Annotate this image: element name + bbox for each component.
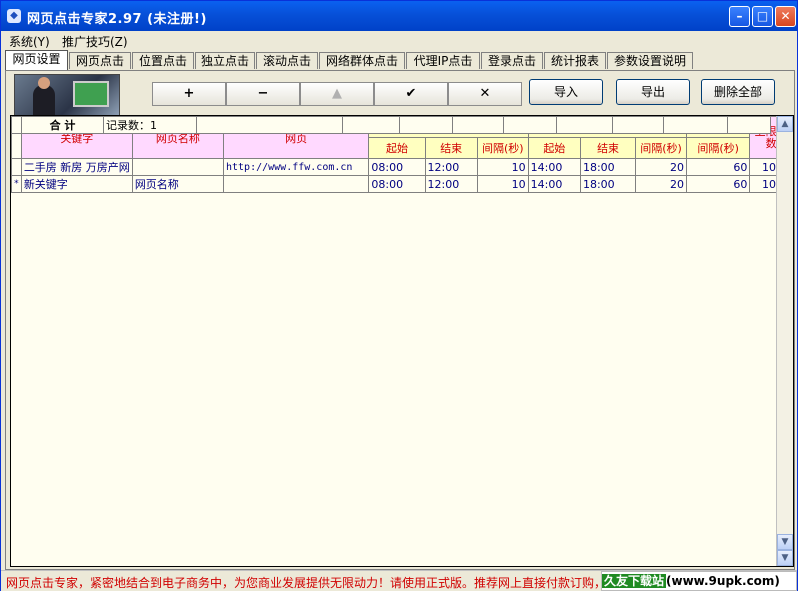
tab-scroll-click[interactable]: 滚动点击 — [256, 52, 318, 69]
tab-login-click[interactable]: 登录点击 — [481, 52, 543, 69]
tab-page-click[interactable]: 网页点击 — [69, 52, 131, 69]
header-p1-start[interactable]: 起始 — [368, 137, 426, 159]
tab-independent-click[interactable]: 独立点击 — [195, 52, 255, 69]
tab-statistics-report[interactable]: 统计报表 — [544, 52, 606, 69]
delete-record-button[interactable]: − — [226, 82, 300, 106]
tab-proxy-ip-click[interactable]: 代理IP点击 — [406, 52, 480, 69]
cell-url[interactable] — [222, 175, 370, 193]
cell-keyword[interactable]: 二手房 新房 万房产网 — [20, 158, 133, 176]
row-marker[interactable]: * — [11, 175, 22, 193]
footer-cell — [727, 116, 771, 134]
footer-cell — [612, 116, 664, 134]
cell-p2-start[interactable]: 14:00 — [527, 175, 581, 193]
footer-total-label: 合 计 — [21, 116, 104, 134]
footer-cell — [399, 116, 453, 134]
footer-cell — [556, 116, 613, 134]
app-icon: ◆ — [7, 9, 21, 23]
monitor-screen — [73, 81, 109, 107]
tab-position-click[interactable]: 位置点击 — [132, 52, 194, 69]
tab-page-settings[interactable]: 网页设置 — [5, 50, 68, 70]
cell-page-name[interactable]: 网页名称 — [131, 175, 224, 193]
footer-record-count: 记录数：1 — [103, 116, 197, 134]
title-bar[interactable]: ◆ 网页点击专家2.97 (未注册!) – □ ✕ — [1, 1, 797, 31]
cell-other-interval[interactable]: 60 — [685, 175, 751, 193]
grid-footer: 合 计 记录数：1 — [11, 116, 771, 134]
add-record-button[interactable]: + — [152, 82, 226, 106]
maximize-button[interactable]: □ — [752, 6, 773, 27]
header-p2-start[interactable]: 起始 — [527, 137, 581, 159]
close-button[interactable]: ✕ — [775, 6, 796, 27]
cell-p2-end[interactable]: 18:00 — [579, 158, 637, 176]
edit-record-button[interactable]: ▲ — [300, 82, 374, 106]
watermark-logo: 久友下载站 (www.9upk.com) — [601, 571, 797, 591]
cell-p2-interval[interactable]: 20 — [635, 158, 687, 176]
footer-cell — [342, 116, 400, 134]
post-record-button[interactable]: ✔ — [374, 82, 448, 106]
minimize-button[interactable]: – — [729, 6, 750, 27]
header-p1-end[interactable]: 结束 — [424, 137, 478, 159]
header-other-interval[interactable]: 间隔(秒) — [685, 137, 751, 159]
banner-image — [14, 74, 120, 116]
tab-strip: 网页设置 网页点击 位置点击 独立点击 滚动点击 网络群体点击 代理IP点击 登… — [5, 50, 795, 70]
delete-all-button[interactable]: 删除全部 — [701, 79, 775, 105]
footer-cell — [663, 116, 728, 134]
status-message: 网页点击专家，紧密地结合到电子商务中，为您商业发展提供无限动力！请使用正式版。推… — [6, 576, 606, 590]
table-row[interactable]: * 新关键字 网页名称 08:00 12:00 10 14:00 18:00 2… — [11, 175, 793, 193]
person-head — [38, 77, 50, 89]
watermark-url: (www.9upk.com) — [666, 574, 780, 588]
footer-cell — [503, 116, 557, 134]
scroll-up-icon[interactable]: ▲ — [777, 116, 793, 132]
import-button[interactable]: 导入 — [529, 79, 603, 105]
export-button[interactable]: 导出 — [616, 79, 690, 105]
scroll-down-icon[interactable]: ▼ — [777, 534, 793, 550]
header-p2-end[interactable]: 结束 — [579, 137, 637, 159]
footer-selector — [11, 116, 22, 134]
header-p1-interval[interactable]: 间隔(秒) — [476, 137, 529, 159]
tab-parameter-help[interactable]: 参数设置说明 — [607, 52, 693, 69]
menu-bar: 系统(Y) 推广技巧(Z) — [1, 31, 797, 49]
scroll-bottom-icon[interactable]: ▼ — [777, 550, 793, 566]
footer-cell — [452, 116, 504, 134]
cell-other-interval[interactable]: 60 — [685, 158, 751, 176]
cell-p2-interval[interactable]: 20 — [635, 175, 687, 193]
menu-promotion-tips[interactable]: 推广技巧(Z) — [62, 33, 128, 50]
window-title: 网页点击专家2.97 (未注册!) — [27, 12, 207, 27]
header-p2-interval[interactable]: 间隔(秒) — [635, 137, 687, 159]
cell-p2-end[interactable]: 18:00 — [579, 175, 637, 193]
cancel-record-button[interactable]: ✕ — [448, 82, 522, 106]
settings-panel: + − ▲ ✔ ✕ 导入 导出 删除全部 关键字 网页名称 网页 时间段 — [5, 70, 795, 570]
cell-p1-interval[interactable]: 10 — [476, 175, 529, 193]
cell-page-name[interactable] — [131, 158, 224, 176]
vertical-scrollbar[interactable]: ▲ ▼ ▼ — [776, 116, 793, 566]
cell-keyword[interactable]: 新关键字 — [20, 175, 133, 193]
cell-url[interactable]: http://www.ffw.com.cn — [222, 158, 370, 176]
menu-system[interactable]: 系统(Y) — [9, 33, 50, 50]
app-window: ◆ 网页点击专家2.97 (未注册!) – □ ✕ 系统(Y) 推广技巧(Z) … — [0, 0, 798, 591]
watermark-brand: 久友下载站 — [602, 574, 667, 588]
footer-cell — [196, 116, 343, 134]
table-row[interactable]: 二手房 新房 万房产网 http://www.ffw.com.cn 08:00 … — [11, 158, 793, 176]
cell-p2-start[interactable]: 14:00 — [527, 158, 581, 176]
cell-p1-interval[interactable]: 10 — [476, 158, 529, 176]
cell-p1-start[interactable]: 08:00 — [368, 175, 426, 193]
person-figure — [33, 85, 55, 115]
cell-p1-start[interactable]: 08:00 — [368, 158, 426, 176]
cell-p1-end[interactable]: 12:00 — [424, 175, 478, 193]
data-grid: 关键字 网页名称 网页 时间段1 时间段2 其余时间 上限次数 起始 结束 间隔… — [10, 115, 794, 567]
row-marker[interactable] — [11, 158, 22, 176]
tab-network-group-click[interactable]: 网络群体点击 — [319, 52, 405, 69]
status-bar: 网页点击专家，紧密地结合到电子商务中，为您商业发展提供无限动力！请使用正式版。推… — [1, 570, 797, 591]
cell-p1-end[interactable]: 12:00 — [424, 158, 478, 176]
